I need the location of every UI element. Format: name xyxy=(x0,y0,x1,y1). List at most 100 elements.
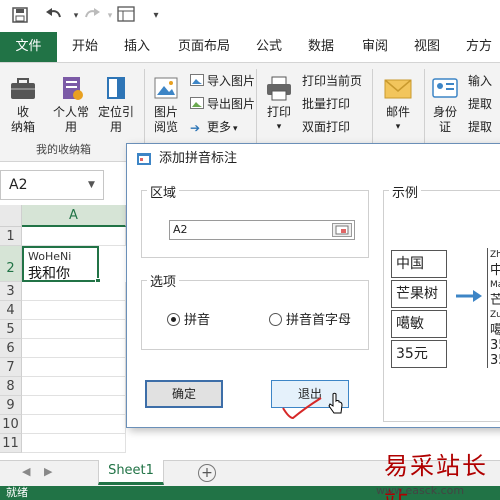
example-item: 噶敏 xyxy=(391,310,447,338)
radio-pinyin-label: 拼音 xyxy=(184,313,211,328)
customize-qat-icon[interactable]: ▾ xyxy=(146,6,166,26)
toolbox-icon xyxy=(8,75,38,103)
locate-reference-button[interactable]: 定位引 用 xyxy=(94,75,138,135)
row-header[interactable]: 6 xyxy=(0,339,22,358)
add-sheet-icon[interactable]: + xyxy=(198,464,216,482)
grid-cell[interactable] xyxy=(22,434,126,453)
grid-cell[interactable] xyxy=(22,358,126,377)
picture-view-label: 图片 阅览 xyxy=(153,105,178,134)
ok-button[interactable]: 确定 xyxy=(145,380,223,408)
annotation-checkmark xyxy=(281,394,323,425)
import-picture-button[interactable]: 导入图片 xyxy=(190,73,255,89)
cell-a2[interactable]: WoHeNi 我和你 xyxy=(22,246,101,284)
row-header[interactable]: 9 xyxy=(0,396,22,415)
cell-a2-pinyin: WoHeNi xyxy=(28,250,72,263)
tab-view[interactable]: 视图 xyxy=(414,32,440,62)
grid-cell[interactable] xyxy=(22,301,126,320)
row-header[interactable]: 7 xyxy=(0,358,22,377)
export-picture-icon xyxy=(190,97,204,109)
radio-pinyin-indicator[interactable] xyxy=(167,313,180,326)
watermark-url: www.easck.com xyxy=(376,484,465,497)
export-picture-label: 导出图片 xyxy=(207,97,256,111)
sheet-scroll-right-icon[interactable]: ▶ xyxy=(44,465,52,478)
mail-dropdown-icon: ▾ xyxy=(395,122,401,132)
example-result-item: Zu xyxy=(487,308,500,323)
row-header[interactable]: 1 xyxy=(0,227,22,246)
save-icon[interactable] xyxy=(10,6,30,26)
extract-button-1[interactable]: 提取 xyxy=(468,96,492,112)
more-arrow-icon: ➔ xyxy=(190,121,201,135)
row-header[interactable]: 11 xyxy=(0,434,22,453)
form-icon[interactable] xyxy=(116,6,136,26)
example-result-item: Ma xyxy=(487,278,500,293)
cell-a1[interactable] xyxy=(22,227,126,246)
example-label: 示例 xyxy=(389,182,422,201)
radio-initial[interactable]: 拼音首字母 xyxy=(269,309,351,328)
more-label: 更多 xyxy=(207,120,232,134)
tab-file[interactable]: 文件 xyxy=(0,32,57,62)
example-result-item: 芒 xyxy=(487,293,500,308)
id-card-button[interactable]: 身份 证 xyxy=(428,75,462,135)
batch-print-button[interactable]: 批量打印 xyxy=(302,96,350,112)
grid-cell[interactable] xyxy=(22,396,126,415)
redo-icon[interactable] xyxy=(82,6,102,26)
tab-home[interactable]: 开始 xyxy=(72,32,98,62)
tab-review[interactable]: 审阅 xyxy=(362,32,388,62)
name-box-dropdown-icon[interactable]: ▼ xyxy=(88,180,95,190)
grid-cell[interactable] xyxy=(22,339,126,358)
mail-button[interactable]: 邮件 ▾ xyxy=(380,75,416,135)
example-result-item: 35 xyxy=(487,338,500,353)
range-select-icon[interactable] xyxy=(332,223,352,237)
id-card-label: 身份 证 xyxy=(432,105,457,134)
print-button[interactable]: 打印 ▾ xyxy=(262,75,296,135)
area-input[interactable]: A2 xyxy=(169,220,355,240)
tab-page-layout[interactable]: 页面布局 xyxy=(178,32,230,62)
status-text: 就绪 xyxy=(6,486,28,499)
grid-cell[interactable] xyxy=(22,320,126,339)
column-header-a[interactable]: A xyxy=(22,205,126,227)
row-header[interactable]: 5 xyxy=(0,320,22,339)
duplex-print-button[interactable]: 双面打印 xyxy=(302,119,350,135)
example-result-item: 中 xyxy=(487,263,500,278)
storage-box-label: 收 纳箱 xyxy=(10,105,35,134)
sheet-scroll-left-icon[interactable]: ◀ xyxy=(22,465,30,478)
picture-icon xyxy=(151,75,181,103)
grid-cell[interactable] xyxy=(22,282,126,301)
extract-button-2[interactable]: 提取 xyxy=(468,119,492,135)
print-current-page-button[interactable]: 打印当前页 xyxy=(302,73,362,89)
storage-box-button[interactable]: 收 纳箱 xyxy=(6,75,40,135)
options-label: 选项 xyxy=(147,271,180,290)
more-dropdown-icon: ▾ xyxy=(233,124,238,134)
row-header[interactable]: 10 xyxy=(0,415,22,434)
extract-label-2: 提取 xyxy=(468,120,493,134)
radio-pinyin[interactable]: 拼音 xyxy=(167,309,210,328)
id-card-icon xyxy=(430,75,460,103)
input-button[interactable]: 输入 xyxy=(468,73,492,89)
area-input-value: A2 xyxy=(173,223,188,236)
grid-cell[interactable] xyxy=(22,415,126,434)
export-picture-button[interactable]: 导出图片 xyxy=(190,96,255,112)
grid-cell[interactable] xyxy=(22,377,126,396)
radio-initial-indicator[interactable] xyxy=(269,313,282,326)
example-item: 芒果树 xyxy=(391,280,447,308)
row-header[interactable]: 3 xyxy=(0,282,22,301)
tab-data[interactable]: 数据 xyxy=(308,32,334,62)
select-all-corner[interactable] xyxy=(0,205,22,227)
example-result-item: 噶 xyxy=(487,323,500,338)
tab-insert[interactable]: 插入 xyxy=(124,32,150,62)
row-header[interactable]: 8 xyxy=(0,377,22,396)
tab-formulas[interactable]: 公式 xyxy=(256,32,282,62)
row-header[interactable]: 2 xyxy=(0,246,22,282)
picture-view-button[interactable]: 图片 阅览 xyxy=(148,75,184,135)
row-header[interactable]: 4 xyxy=(0,301,22,320)
undo-icon[interactable] xyxy=(44,6,64,26)
tab-fangfangge[interactable]: 方方格 xyxy=(466,32,500,84)
personal-common-button[interactable]: 个人常 用 xyxy=(50,75,92,135)
duplex-print-label: 双面打印 xyxy=(302,120,351,134)
mouse-cursor-icon xyxy=(327,392,345,419)
quick-access-toolbar: ▾ ▾ ▾ xyxy=(0,0,500,32)
add-pinyin-dialog: 添加拼音标注 区域 A2 选项 拼音 拼音首字母 示例 中国 芒果树 噶敏 35元 Z… xyxy=(126,143,500,428)
print-current-page-label: 打印当前页 xyxy=(302,74,363,88)
sheet-tab-sheet1[interactable]: Sheet1 xyxy=(98,460,164,485)
more-button[interactable]: ➔ 更多 ▾ xyxy=(190,119,238,137)
